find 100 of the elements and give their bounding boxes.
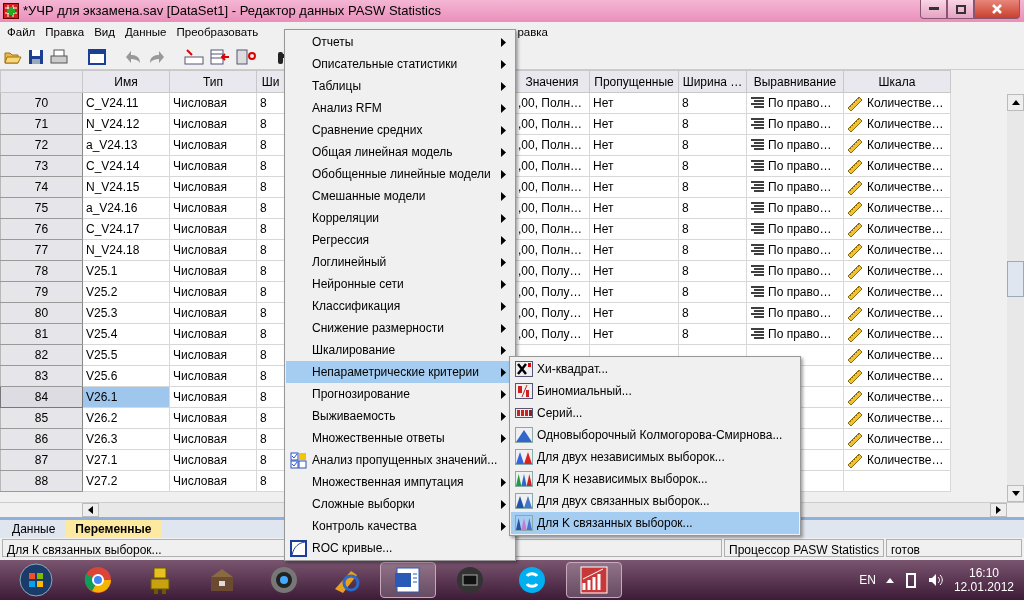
- up-arrow-icon: [1011, 100, 1020, 105]
- table-cell-text: Количестве…: [867, 137, 944, 154]
- menu-item[interactable]: Логлинейный: [286, 251, 514, 273]
- row-header[interactable]: 77: [0, 239, 83, 261]
- curves-icon: [515, 471, 533, 487]
- minimize-button[interactable]: [920, 0, 947, 19]
- row-header[interactable]: 74: [0, 176, 83, 198]
- menu-item[interactable]: Таблицы: [286, 75, 514, 97]
- column-header[interactable]: Ширина …: [678, 70, 747, 93]
- row-header[interactable]: 88: [0, 470, 83, 492]
- menu-item[interactable]: Обобщенные линейные модели: [286, 163, 514, 185]
- menu-item[interactable]: Общая линейная модель: [286, 141, 514, 163]
- tab[interactable]: Данные: [2, 520, 66, 538]
- row-header[interactable]: 87: [0, 449, 83, 471]
- menu-item[interactable]: Корреляции: [286, 207, 514, 229]
- taskbar-button[interactable]: [566, 562, 622, 598]
- tab[interactable]: Переменные: [65, 520, 162, 538]
- align-right-icon: [750, 265, 764, 277]
- row-header[interactable]: 71: [0, 113, 83, 135]
- row-header[interactable]: 75: [0, 197, 83, 219]
- menu-item[interactable]: Нейронные сети: [286, 273, 514, 295]
- menu-item[interactable]: Файл: [2, 24, 41, 42]
- clock-time[interactable]: 16:10: [953, 566, 1014, 580]
- curves-icon: [515, 449, 533, 465]
- menu-item[interactable]: Регрессия: [286, 229, 514, 251]
- menu-item[interactable]: Преобразовать: [171, 24, 264, 42]
- row-header[interactable]: 81: [0, 323, 83, 345]
- menu-item[interactable]: Сравнение средних: [286, 119, 514, 141]
- column-header[interactable]: Пропущенные: [589, 70, 679, 93]
- menu-item[interactable]: Шкалирование: [286, 339, 514, 361]
- menu-item[interactable]: Анализ RFM: [286, 97, 514, 119]
- table-cell-text: По право…: [768, 116, 832, 133]
- table-cell-text: По право…: [768, 284, 832, 301]
- variables-icon[interactable]: [210, 48, 230, 65]
- row-header[interactable]: 78: [0, 260, 83, 282]
- row-header[interactable]: 86: [0, 428, 83, 450]
- column-header[interactable]: Имя: [82, 70, 170, 93]
- menu-item[interactable]: Биномиальный...: [511, 380, 799, 402]
- scroll-left-button[interactable]: [82, 503, 99, 517]
- row-header[interactable]: 80: [0, 302, 83, 324]
- menu-item[interactable]: Для двух связанных выборок...: [511, 490, 799, 512]
- print-icon[interactable]: [50, 48, 68, 65]
- column-header[interactable]: Ши: [256, 70, 285, 93]
- table-cell-text: По право…: [768, 95, 832, 112]
- menu-item[interactable]: Данные: [119, 24, 172, 42]
- column-header[interactable]: Шкала: [843, 70, 951, 93]
- menu-item[interactable]: Смешанные модели: [286, 185, 514, 207]
- ruler-icon: [847, 452, 863, 468]
- show-hidden-icon[interactable]: [885, 577, 894, 583]
- left-arrow-icon: [88, 506, 93, 514]
- row-header[interactable]: 72: [0, 134, 83, 156]
- menu-item[interactable]: Одновыборочный Колмогорова-Смирнова...: [511, 424, 799, 446]
- menu-item[interactable]: Снижение размерности: [286, 317, 514, 339]
- menu-item[interactable]: Классификация: [286, 295, 514, 317]
- row-header[interactable]: 79: [0, 281, 83, 303]
- scroll-up-button[interactable]: [1007, 94, 1024, 111]
- menu-item[interactable]: Правка: [40, 24, 90, 42]
- bars-icon: [515, 383, 533, 399]
- scroll-down-button[interactable]: [1007, 485, 1024, 502]
- menu-item[interactable]: Серий...: [511, 402, 799, 424]
- row-header[interactable]: 83: [0, 365, 83, 387]
- row-header[interactable]: 85: [0, 407, 83, 429]
- row-header[interactable]: 70: [0, 92, 83, 114]
- row-header[interactable]: 84: [0, 386, 83, 408]
- column-header[interactable]: Значения: [514, 70, 590, 93]
- menu-item[interactable]: Для K связанных выборок...: [511, 512, 799, 534]
- ruler-icon: [847, 242, 863, 258]
- menu-item[interactable]: Вид: [89, 24, 120, 42]
- menu-item[interactable]: равка: [517, 24, 548, 42]
- blocks-icon: [515, 405, 533, 421]
- align-right-icon: [750, 307, 764, 319]
- column-header[interactable]: Выравнивание: [746, 70, 844, 93]
- row-header[interactable]: 73: [0, 155, 83, 177]
- column-header[interactable]: Тип: [169, 70, 257, 93]
- menu-item[interactable]: Хи-квадрат...: [511, 358, 799, 380]
- close-button[interactable]: [974, 0, 1020, 19]
- scroll-thumb[interactable]: [1007, 261, 1024, 297]
- clock-date[interactable]: 12.01.2012: [953, 580, 1014, 594]
- row-header[interactable]: 82: [0, 344, 83, 366]
- menu-item[interactable]: Отчеты: [286, 31, 514, 53]
- row-header[interactable]: 76: [0, 218, 83, 240]
- menu-item[interactable]: Для двух независимых выборок...: [511, 446, 799, 468]
- volume-icon[interactable]: [927, 573, 944, 587]
- menu-item[interactable]: Для K независимых выборок...: [511, 468, 799, 490]
- goto-case-icon[interactable]: [184, 48, 204, 65]
- menu-item[interactable]: Описательные статистики: [286, 53, 514, 75]
- ruler-icon: [847, 326, 863, 342]
- window-icon[interactable]: [88, 48, 106, 65]
- taskbar-button[interactable]: [380, 562, 436, 598]
- align-right-icon: [750, 160, 764, 172]
- language-indicator[interactable]: EN: [859, 571, 876, 589]
- menu-item[interactable]: ROC кривые...: [286, 537, 514, 559]
- save-icon[interactable]: [28, 48, 44, 65]
- grid-icon[interactable]: [236, 48, 256, 65]
- scroll-right-button[interactable]: [990, 503, 1007, 517]
- maximize-button[interactable]: [947, 0, 974, 19]
- window-title: *УЧР для экзамена.sav [DataSet1] - Редактор данных PASW Statistics: [23, 2, 441, 21]
- ruler-icon: [847, 221, 863, 237]
- ruler-icon: [847, 431, 863, 447]
- start-orb-icon: [19, 563, 53, 597]
